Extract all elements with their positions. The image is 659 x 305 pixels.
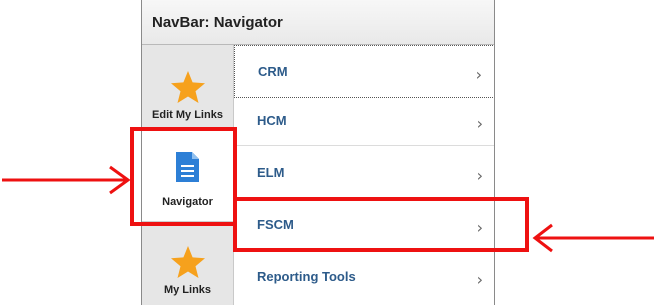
navbar-sidebar: Edit My Links Navigator My Links	[142, 45, 234, 305]
navbar-title: NavBar: Navigator	[152, 14, 283, 31]
tile-my-links[interactable]: My Links	[142, 222, 233, 305]
tile-navigator[interactable]: Navigator	[142, 131, 233, 222]
chevron-right-icon: ›	[475, 65, 482, 84]
star-icon	[171, 71, 205, 103]
menu-item-label: Reporting Tools	[257, 269, 356, 284]
menu-item-label: HCM	[257, 113, 287, 128]
navbar-panel: NavBar: Navigator Edit My Links Navigato…	[141, 0, 495, 305]
menu-item-reporting-tools[interactable]: Reporting Tools ›	[234, 249, 494, 305]
star-icon	[171, 246, 205, 278]
menu-item-label: ELM	[257, 165, 285, 180]
menu-item-elm[interactable]: ELM ›	[234, 146, 494, 199]
tile-label: Edit My Links	[152, 109, 223, 121]
chevron-right-icon: ›	[476, 166, 483, 185]
menu-item-label: FSCM	[257, 217, 294, 232]
menu-item-label: CRM	[258, 64, 288, 79]
navbar-header: NavBar: Navigator	[142, 0, 494, 45]
arrow-right-icon	[2, 165, 131, 195]
document-icon	[176, 152, 199, 182]
menu-item-crm[interactable]: CRM ›	[234, 45, 494, 98]
navigator-menu: CRM › HCM › ELM › FSCM › Reporting Tools…	[234, 45, 494, 305]
menu-item-fscm[interactable]: FSCM ›	[234, 199, 494, 249]
menu-item-hcm[interactable]: HCM ›	[234, 98, 494, 146]
tile-edit-my-links[interactable]: Edit My Links	[142, 45, 233, 131]
tile-label: Navigator	[162, 196, 213, 208]
tile-label: My Links	[163, 284, 212, 296]
chevron-right-icon: ›	[476, 114, 483, 133]
arrow-left-icon	[532, 223, 654, 253]
chevron-right-icon: ›	[476, 218, 483, 237]
chevron-right-icon: ›	[476, 270, 483, 289]
